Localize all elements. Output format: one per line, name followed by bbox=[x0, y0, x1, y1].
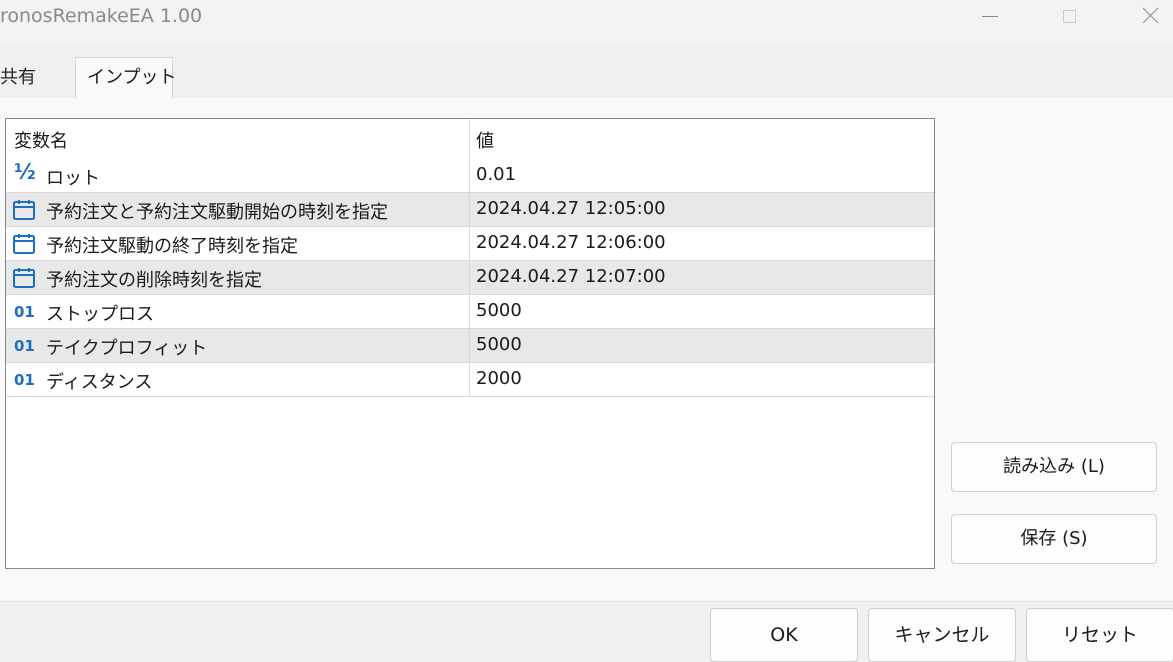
parameter-value[interactable]: 0.01 bbox=[476, 164, 516, 185]
tab-shared[interactable]: 共有 bbox=[0, 58, 74, 98]
reset-button[interactable]: リセット bbox=[1026, 608, 1173, 662]
column-divider bbox=[469, 193, 470, 227]
tab-input[interactable]: インプット bbox=[75, 57, 176, 99]
parameter-value[interactable]: 2024.04.27 12:06:00 bbox=[476, 232, 666, 253]
table-row[interactable]: 予約注文駆動の終了時刻を指定 2024.04.27 12:06:00 bbox=[6, 227, 934, 261]
parameter-name: 予約注文駆動の終了時刻を指定 bbox=[46, 236, 298, 257]
parameter-name: 予約注文と予約注文駆動開始の時刻を指定 bbox=[46, 202, 388, 223]
calendar-icon bbox=[12, 267, 36, 289]
column-divider[interactable] bbox=[469, 119, 470, 159]
column-divider bbox=[469, 329, 470, 363]
table-row[interactable]: 予約注文と予約注文駆動開始の時刻を指定 2024.04.27 12:05:00 bbox=[6, 193, 934, 227]
integer-icon: 01 bbox=[14, 337, 35, 355]
parameters-table[interactable]: 変数名 値 ½ ロット 0.01 予約注文と予約注文駆動開始の時刻を指定 2024.04… bbox=[5, 118, 935, 569]
integer-icon: 01 bbox=[14, 371, 35, 389]
column-divider bbox=[469, 363, 470, 397]
parameter-value[interactable]: 2024.04.27 12:07:00 bbox=[476, 266, 666, 287]
save-button[interactable]: 保存 (S) bbox=[951, 514, 1157, 564]
parameter-value[interactable]: 5000 bbox=[476, 300, 522, 321]
cancel-button[interactable]: キャンセル bbox=[868, 608, 1016, 662]
parameter-name: ストップロス bbox=[46, 304, 154, 325]
parameter-name: ディスタンス bbox=[46, 372, 153, 393]
minimize-button[interactable] bbox=[966, 0, 1012, 34]
parameter-value[interactable]: 2000 bbox=[476, 368, 522, 389]
column-divider bbox=[469, 159, 470, 193]
column-header-name[interactable]: 変数名 bbox=[14, 127, 68, 153]
integer-icon: 01 bbox=[14, 303, 35, 321]
parameter-value[interactable]: 5000 bbox=[476, 334, 522, 355]
table-row[interactable]: 01 ストップロス 5000 bbox=[6, 295, 934, 329]
fraction-icon: ½ bbox=[14, 160, 36, 184]
close-button[interactable] bbox=[1126, 0, 1172, 34]
parameter-name: ロット bbox=[46, 168, 100, 189]
parameter-name: テイクプロフィット bbox=[46, 338, 208, 359]
title-bar: ronosRemakeEA 1.00 bbox=[0, 0, 1173, 42]
calendar-icon bbox=[12, 233, 36, 255]
table-row[interactable]: 予約注文の削除時刻を指定 2024.04.27 12:07:00 bbox=[6, 261, 934, 295]
column-divider bbox=[469, 227, 470, 261]
ok-button[interactable]: OK bbox=[710, 608, 858, 662]
column-header-value[interactable]: 値 bbox=[476, 127, 494, 153]
calendar-icon bbox=[12, 199, 36, 221]
maximize-button[interactable] bbox=[1046, 0, 1092, 34]
table-header: 変数名 値 bbox=[6, 119, 934, 159]
table-row[interactable]: ½ ロット 0.01 bbox=[6, 159, 934, 193]
table-row[interactable]: 01 ディスタンス 2000 bbox=[6, 363, 934, 397]
table-row[interactable]: 01 テイクプロフィット 5000 bbox=[6, 329, 934, 363]
parameter-name: 予約注文の削除時刻を指定 bbox=[46, 270, 262, 291]
load-button[interactable]: 読み込み (L) bbox=[951, 442, 1157, 492]
parameter-value[interactable]: 2024.04.27 12:05:00 bbox=[476, 198, 666, 219]
window-title: ronosRemakeEA 1.00 bbox=[0, 5, 203, 27]
column-divider bbox=[469, 261, 470, 295]
column-divider bbox=[469, 295, 470, 329]
